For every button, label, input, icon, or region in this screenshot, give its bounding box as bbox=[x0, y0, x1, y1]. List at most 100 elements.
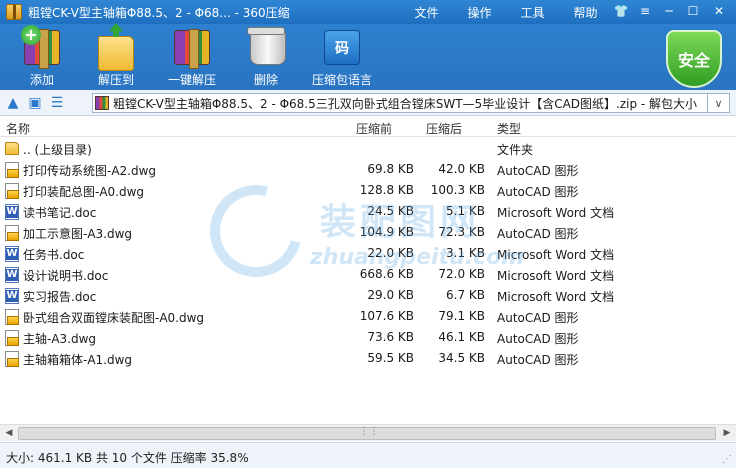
path-field[interactable]: 粗镗CK-V型主轴箱Φ88.5、2 - Φ68.5三孔双向卧式组合镗床SWT—5… bbox=[92, 93, 708, 113]
toolbar: + 添加 解压到 一键解压 删除 码 压缩包语言 安全 bbox=[0, 24, 736, 90]
list-item[interactable]: 读书笔记.doc 24.5 KB 5.1 KB Microsoft Word 文… bbox=[0, 201, 736, 222]
list-item[interactable]: 卧式组合双面镗床装配图-A0.dwg 107.6 KB 79.1 KB Auto… bbox=[0, 306, 736, 327]
file-name: 打印装配总图-A0.dwg bbox=[23, 185, 145, 199]
file-type: Microsoft Word 文档 bbox=[497, 269, 615, 283]
file-uncompressed: 79.1 KB bbox=[438, 309, 485, 323]
column-name[interactable]: 名称 bbox=[6, 120, 30, 137]
status-text: 大小: 461.1 KB 共 10 个文件 压缩率 35.8% bbox=[6, 451, 249, 465]
delete-button[interactable]: 删除 bbox=[244, 26, 288, 88]
file-compressed: 107.6 KB bbox=[359, 309, 414, 323]
column-header: 名称 压缩前 压缩后 类型 bbox=[0, 117, 736, 137]
maximize-icon[interactable]: ☐ bbox=[682, 2, 704, 20]
file-compressed: 59.5 KB bbox=[367, 351, 414, 365]
file-compressed: 69.8 KB bbox=[367, 162, 414, 176]
path-text: 粗镗CK-V型主轴箱Φ88.5、2 - Φ68.5三孔双向卧式组合镗床SWT—5… bbox=[113, 96, 698, 111]
scroll-left-icon[interactable]: ◀ bbox=[2, 427, 16, 440]
menu-help[interactable]: 帮助 bbox=[559, 4, 612, 21]
file-uncompressed: 5.1 KB bbox=[446, 204, 485, 218]
menu-file[interactable]: 文件 bbox=[400, 4, 453, 21]
close-icon[interactable]: ✕ bbox=[706, 2, 732, 20]
file-type: Microsoft Word 文档 bbox=[497, 290, 615, 304]
one-click-extract-label: 一键解压 bbox=[167, 73, 216, 87]
up-arrow-icon[interactable]: ▲ bbox=[4, 94, 22, 112]
thumbnail-view-icon[interactable]: ▣ bbox=[26, 94, 44, 112]
file-name: 任务书.doc bbox=[23, 248, 85, 262]
folder-icon bbox=[5, 142, 19, 155]
file-type: AutoCAD 图形 bbox=[497, 227, 579, 241]
add-label: 添加 bbox=[29, 73, 54, 87]
file-type: Microsoft Word 文档 bbox=[497, 206, 615, 220]
menu-operate[interactable]: 操作 bbox=[453, 4, 506, 21]
dwg-file-icon bbox=[5, 225, 19, 241]
file-name: 主轴-A3.dwg bbox=[23, 332, 97, 346]
file-name: 实习报告.doc bbox=[23, 290, 97, 304]
extract-to-button[interactable]: 解压到 bbox=[94, 26, 138, 88]
file-compressed: 24.5 KB bbox=[367, 204, 414, 218]
file-uncompressed: 34.5 KB bbox=[438, 351, 485, 365]
scroll-right-icon[interactable]: ▶ bbox=[720, 427, 734, 440]
file-type: AutoCAD 图形 bbox=[497, 164, 579, 178]
minimize-icon[interactable]: ─ bbox=[658, 2, 680, 20]
list-item[interactable]: 打印传动系统图-A2.dwg 69.8 KB 42.0 KB AutoCAD 图… bbox=[0, 159, 736, 180]
list-item[interactable]: 主轴箱箱体-A1.dwg 59.5 KB 34.5 KB AutoCAD 图形 bbox=[0, 348, 736, 369]
file-type: Microsoft Word 文档 bbox=[497, 248, 615, 262]
delete-icon bbox=[246, 27, 286, 65]
address-bar: ▲ ▣ ☰ 粗镗CK-V型主轴箱Φ88.5、2 - Φ68.5三孔双向卧式组合镗… bbox=[0, 90, 736, 116]
file-compressed: 668.6 KB bbox=[359, 267, 414, 281]
archive-language-label: 压缩包语言 bbox=[311, 73, 372, 87]
list-item[interactable]: 主轴-A3.dwg 73.6 KB 46.1 KB AutoCAD 图形 bbox=[0, 327, 736, 348]
file-name: 打印传动系统图-A2.dwg bbox=[23, 164, 157, 178]
archive-icon bbox=[95, 96, 109, 110]
file-name: 设计说明书.doc bbox=[23, 269, 109, 283]
column-type[interactable]: 类型 bbox=[497, 120, 521, 137]
file-uncompressed: 6.7 KB bbox=[446, 288, 485, 302]
archive-language-icon: 码 bbox=[324, 30, 360, 65]
path-dropdown-icon[interactable]: ∨ bbox=[708, 93, 730, 113]
title-bar: 粗镗CK-V型主轴箱Φ88.5、2 - Φ68... - 360压缩 文件 操作… bbox=[0, 0, 736, 24]
list-item[interactable]: 任务书.doc 22.0 KB 3.1 KB Microsoft Word 文档 bbox=[0, 243, 736, 264]
file-compressed: 73.6 KB bbox=[367, 330, 414, 344]
dwg-file-icon bbox=[5, 351, 19, 367]
scrollbar-thumb[interactable] bbox=[18, 426, 716, 440]
app-logo-icon bbox=[6, 4, 22, 20]
menu-icon[interactable]: ≡ bbox=[634, 2, 656, 20]
file-compressed: 128.8 KB bbox=[359, 183, 414, 197]
window-title: 粗镗CK-V型主轴箱Φ88.5、2 - Φ68... - 360压缩 bbox=[28, 5, 290, 20]
word-file-icon bbox=[5, 267, 19, 283]
file-type: AutoCAD 图形 bbox=[497, 353, 579, 367]
file-compressed: 29.0 KB bbox=[367, 288, 414, 302]
one-click-extract-button[interactable]: 一键解压 bbox=[164, 26, 220, 88]
column-uncompressed[interactable]: 压缩后 bbox=[426, 120, 462, 137]
security-shield-icon[interactable]: 安全 bbox=[666, 30, 722, 88]
file-name: 主轴箱箱体-A1.dwg bbox=[23, 353, 133, 367]
list-item[interactable]: 设计说明书.doc 668.6 KB 72.0 KB Microsoft Wor… bbox=[0, 264, 736, 285]
list-view-icon[interactable]: ☰ bbox=[48, 94, 66, 112]
column-compressed[interactable]: 压缩前 bbox=[356, 120, 392, 137]
word-file-icon bbox=[5, 288, 19, 304]
status-bar: 大小: 461.1 KB 共 10 个文件 压缩率 35.8% ⋰ bbox=[0, 442, 736, 468]
list-item[interactable]: 加工示意图-A3.dwg 104.9 KB 72.3 KB AutoCAD 图形 bbox=[0, 222, 736, 243]
file-uncompressed: 72.0 KB bbox=[438, 267, 485, 281]
list-item[interactable]: .. (上级目录) 文件夹 bbox=[0, 138, 736, 159]
delete-label: 删除 bbox=[253, 73, 278, 87]
file-name: 卧式组合双面镗床装配图-A0.dwg bbox=[23, 311, 205, 325]
resize-grip-icon[interactable]: ⋰ bbox=[722, 454, 734, 466]
file-uncompressed: 72.3 KB bbox=[438, 225, 485, 239]
dwg-file-icon bbox=[5, 162, 19, 178]
add-button[interactable]: + 添加 bbox=[20, 25, 64, 88]
file-uncompressed: 42.0 KB bbox=[438, 162, 485, 176]
file-uncompressed: 3.1 KB bbox=[446, 246, 485, 260]
file-type: AutoCAD 图形 bbox=[497, 332, 579, 346]
horizontal-scrollbar[interactable]: ◀ ▶ bbox=[0, 424, 736, 441]
dwg-file-icon bbox=[5, 183, 19, 199]
extract-to-icon bbox=[98, 36, 134, 71]
file-name: 读书笔记.doc bbox=[23, 206, 97, 220]
list-item[interactable]: 打印装配总图-A0.dwg 128.8 KB 100.3 KB AutoCAD … bbox=[0, 180, 736, 201]
list-item[interactable]: 实习报告.doc 29.0 KB 6.7 KB Microsoft Word 文… bbox=[0, 285, 736, 306]
menu-tools[interactable]: 工具 bbox=[506, 4, 559, 21]
archive-language-button[interactable]: 码 压缩包语言 bbox=[308, 26, 376, 88]
one-click-extract-icon bbox=[174, 29, 210, 69]
file-type: AutoCAD 图形 bbox=[497, 185, 579, 199]
skin-icon[interactable]: 👕 bbox=[610, 2, 632, 20]
extract-to-label: 解压到 bbox=[97, 73, 134, 87]
